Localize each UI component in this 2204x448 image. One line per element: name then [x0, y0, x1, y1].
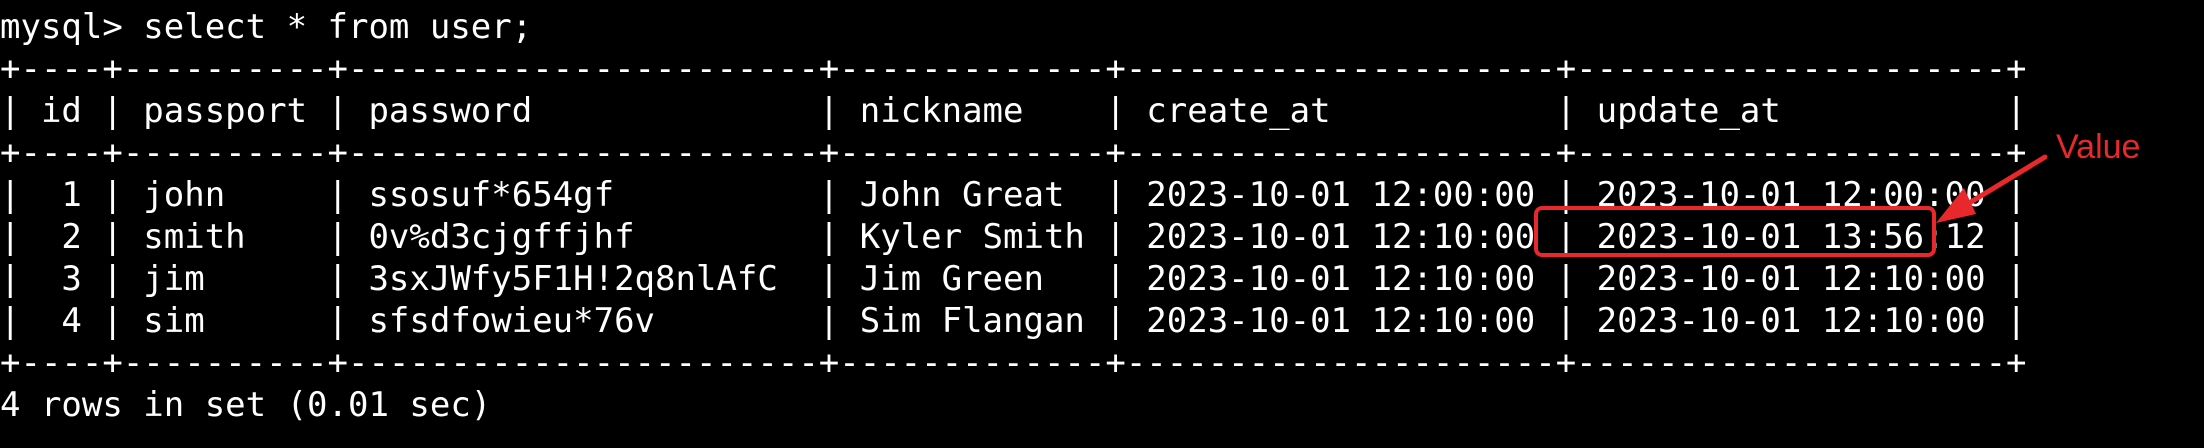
arrow-icon — [1936, 154, 2048, 223]
terminal-window[interactable]: mysql> select * from user; +----+-------… — [0, 0, 2204, 448]
